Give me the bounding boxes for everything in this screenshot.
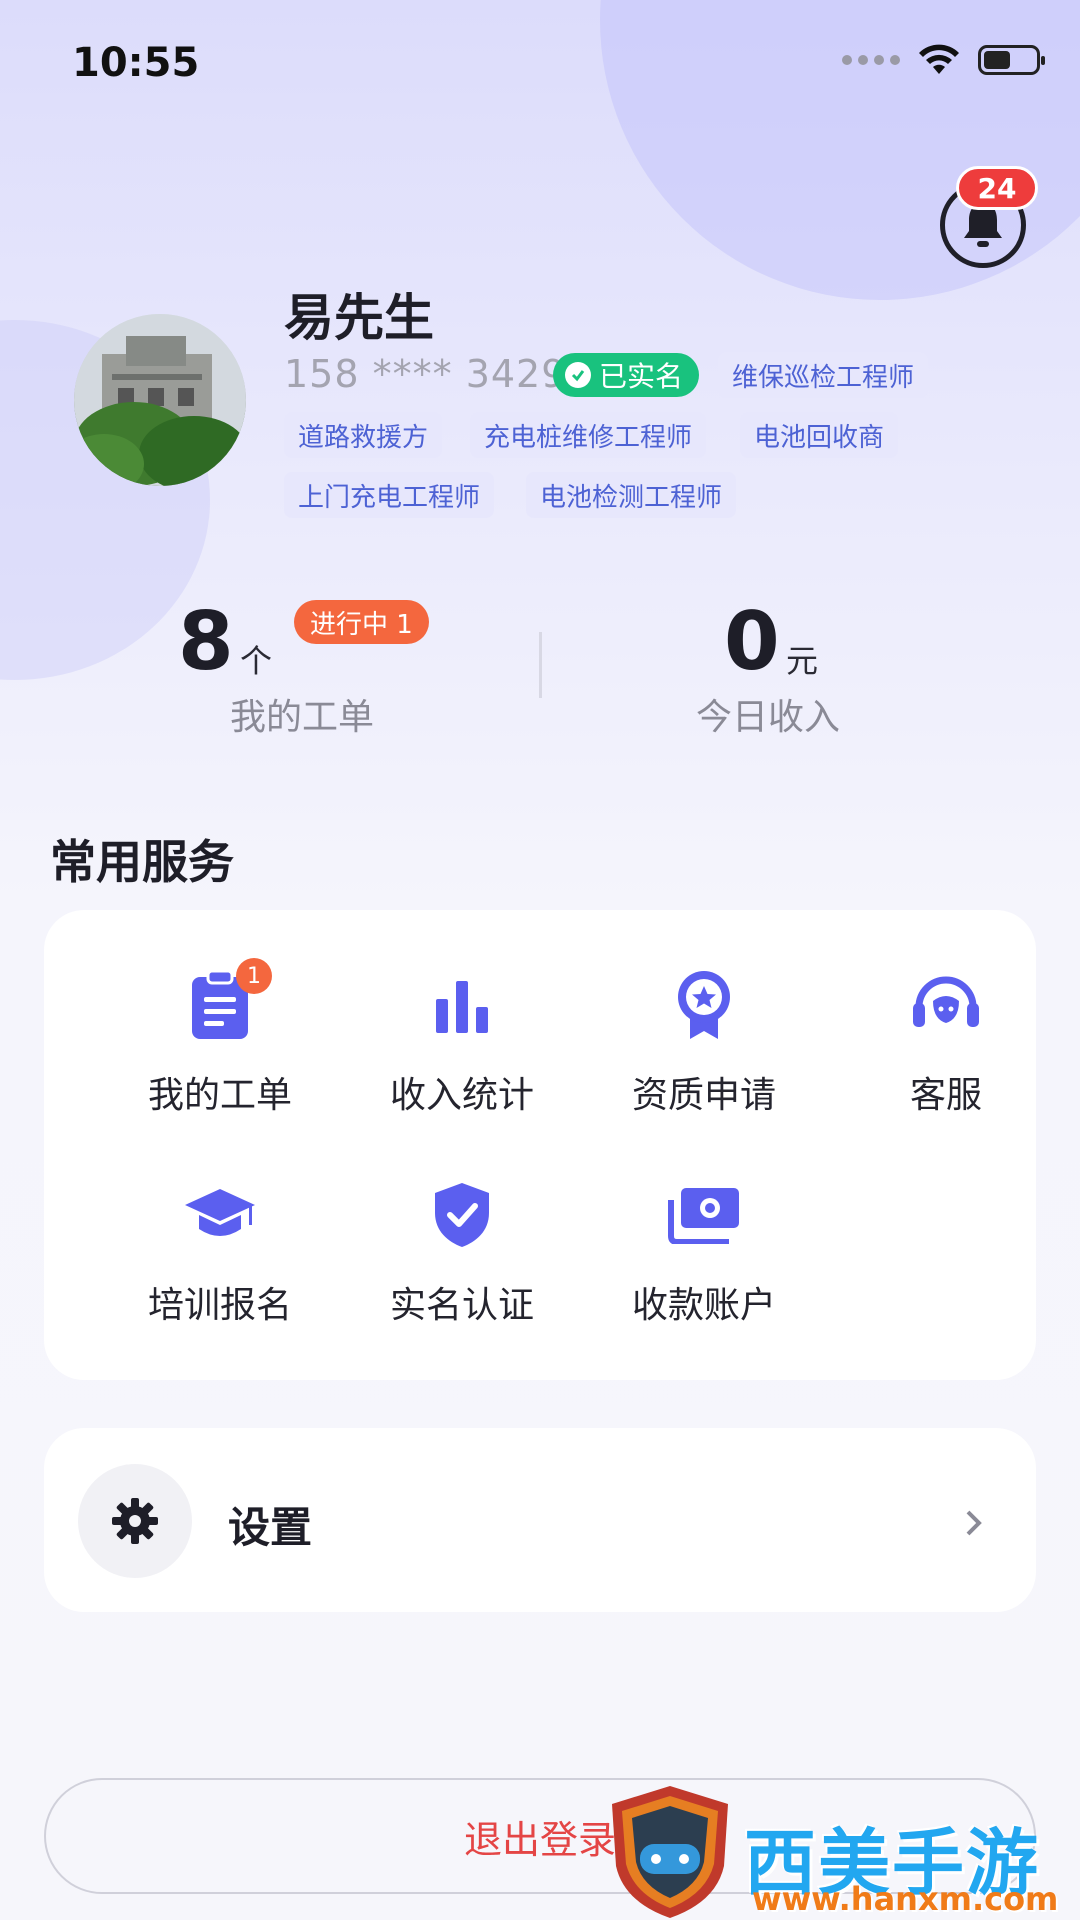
role-tag: 维保巡检工程师	[718, 352, 929, 398]
watermark-url: www.hanxm.com	[752, 1880, 1059, 1918]
role-tag: 电池回收商	[740, 412, 899, 458]
verified-badge: 已实名	[553, 353, 700, 397]
award-medal-icon	[664, 968, 744, 1042]
check-icon	[565, 362, 591, 388]
service-label: 收入统计	[389, 1075, 534, 1116]
settings-row[interactable]: 设置	[44, 1428, 1036, 1612]
service-label: 实名认证	[389, 1285, 534, 1326]
watermark-logo	[612, 1786, 728, 1918]
orders-unit: 个	[240, 642, 273, 680]
role-tag: 充电桩维修工程师	[470, 412, 707, 458]
notification-count-badge: 24	[956, 166, 1038, 210]
shield-check-icon	[422, 1178, 502, 1252]
avatar-photo	[74, 314, 246, 486]
avatar[interactable]	[74, 314, 246, 486]
service-my-orders[interactable]: 1 我的工单	[120, 958, 320, 1118]
service-income-stats[interactable]: 收入统计	[362, 968, 562, 1118]
orders-label: 我的工单	[230, 697, 375, 738]
user-name: 易先生	[284, 289, 434, 347]
service-label: 收款账户	[631, 1285, 776, 1326]
in-progress-badge: 进行中 1	[294, 600, 429, 644]
income-unit: 元	[786, 642, 819, 680]
service-real-name-auth[interactable]: 实名认证	[362, 1178, 562, 1328]
battery-icon	[978, 45, 1045, 75]
service-customer-support[interactable]: 客服	[846, 968, 1046, 1118]
settings-icon-wrap	[78, 1464, 192, 1578]
service-label: 我的工单	[147, 1075, 292, 1116]
verified-label: 已实名	[599, 360, 684, 393]
section-title: 常用服务	[50, 835, 234, 889]
service-label: 培训报名	[147, 1285, 292, 1326]
signal-icon	[842, 55, 900, 65]
clipboard-icon: 1	[180, 958, 272, 1042]
phone-number: 158 **** 3429	[284, 352, 567, 396]
service-qualification[interactable]: 资质申请	[604, 968, 804, 1118]
service-label: 客服	[909, 1075, 982, 1116]
status-time: 10:55	[72, 40, 200, 86]
service-label: 资质申请	[631, 1075, 776, 1116]
headset-icon	[906, 968, 986, 1042]
chevron-right-icon	[964, 1506, 984, 1547]
gear-icon	[112, 1498, 158, 1544]
income-amount: 0	[724, 595, 780, 688]
bar-chart-icon	[422, 968, 502, 1042]
role-tag: 上门充电工程师	[284, 472, 495, 518]
services-card: 1 我的工单 收入统计 资质申请 客服 培训报名 实名认证 收款账户	[44, 910, 1036, 1380]
graduation-cap-icon	[180, 1178, 260, 1252]
service-payment-account[interactable]: 收款账户	[604, 1178, 804, 1328]
stats-divider	[539, 632, 542, 698]
orders-count: 8	[178, 595, 234, 688]
role-tag: 道路救援方	[284, 412, 443, 458]
wifi-icon	[919, 44, 959, 74]
settings-label: 设置	[228, 1503, 313, 1552]
role-tag: 电池检测工程师	[526, 472, 737, 518]
service-training-signup[interactable]: 培训报名	[120, 1178, 320, 1328]
money-cash-icon	[664, 1178, 744, 1252]
income-label: 今日收入	[696, 697, 841, 738]
service-badge: 1	[236, 958, 272, 994]
status-icons	[842, 44, 1045, 76]
